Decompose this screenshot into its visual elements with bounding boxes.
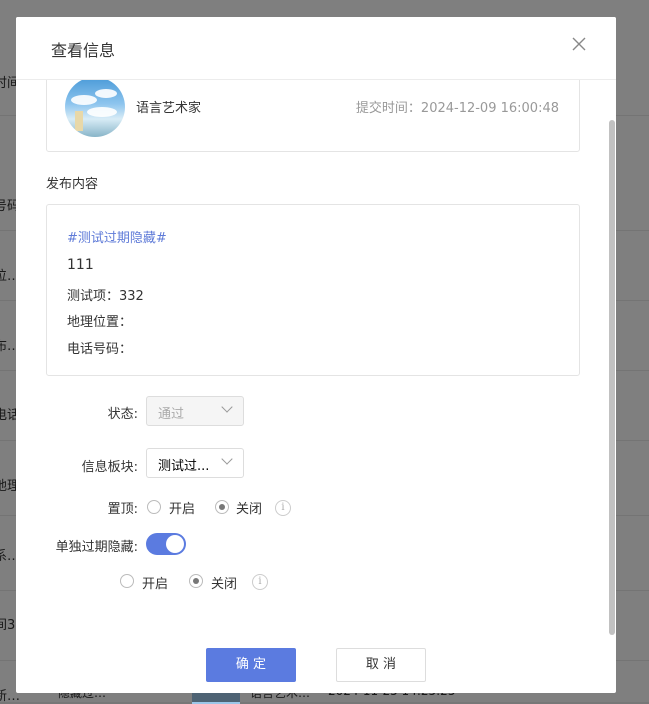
dialog-title: 查看信息	[51, 41, 116, 60]
expire-hide-toggle[interactable]	[146, 533, 186, 555]
scrollbar-thumb[interactable]	[609, 120, 615, 635]
confirm-button[interactable]: 确 定	[206, 648, 296, 682]
chevron-down-icon	[221, 401, 233, 413]
close-icon[interactable]	[572, 33, 586, 55]
cancel-button[interactable]: 取 消	[336, 648, 426, 682]
board-label: 信息板块:	[81, 460, 138, 475]
dialog-header: 查看信息	[16, 17, 616, 80]
expire-hide-label: 单独过期隐藏:	[55, 540, 138, 555]
dialog-scrollbar[interactable]	[608, 80, 616, 636]
board-value: 测试过...	[158, 459, 210, 474]
post-content: #测试过期隐藏# 111 测试项：332 地理位置： 电话号码：	[46, 204, 580, 376]
expire-on-label[interactable]: 开启	[142, 573, 168, 592]
submit-time: 提交时间：2024-12-09 16:00:48	[355, 101, 559, 116]
board-select[interactable]: 测试过...	[146, 448, 244, 478]
content-line: 电话号码：	[67, 342, 133, 357]
toggle-knob	[166, 535, 184, 553]
pin-label: 置顶:	[107, 502, 138, 517]
content-line: 地理位置：	[67, 315, 133, 330]
view-info-dialog: 查看信息 语言艺术家 提交时间：2024-12-09 16:00:48 发布内容…	[16, 17, 616, 693]
expire-off-radio[interactable]	[189, 574, 203, 588]
pin-on-label[interactable]: 开启	[169, 498, 195, 517]
expire-on-radio[interactable]	[120, 574, 134, 588]
pin-off-label[interactable]: 关闭	[236, 498, 262, 517]
status-label: 状态:	[107, 407, 138, 422]
status-select: 通过	[146, 396, 244, 426]
info-icon[interactable]: i	[252, 574, 268, 590]
status-value: 通过	[158, 407, 185, 422]
pin-off-radio[interactable]	[215, 500, 229, 514]
topic-tag[interactable]: #测试过期隐藏#	[67, 227, 167, 246]
pin-on-radio[interactable]	[147, 500, 161, 514]
chevron-down-icon	[221, 453, 233, 465]
avatar	[65, 77, 125, 137]
content-line: 测试项：332	[67, 289, 144, 304]
content-line: 111	[67, 257, 94, 273]
expire-off-label[interactable]: 关闭	[211, 573, 237, 592]
user-name: 语言艺术家	[136, 101, 202, 116]
info-icon[interactable]: i	[275, 500, 291, 516]
content-section-label: 发布内容	[46, 177, 99, 192]
